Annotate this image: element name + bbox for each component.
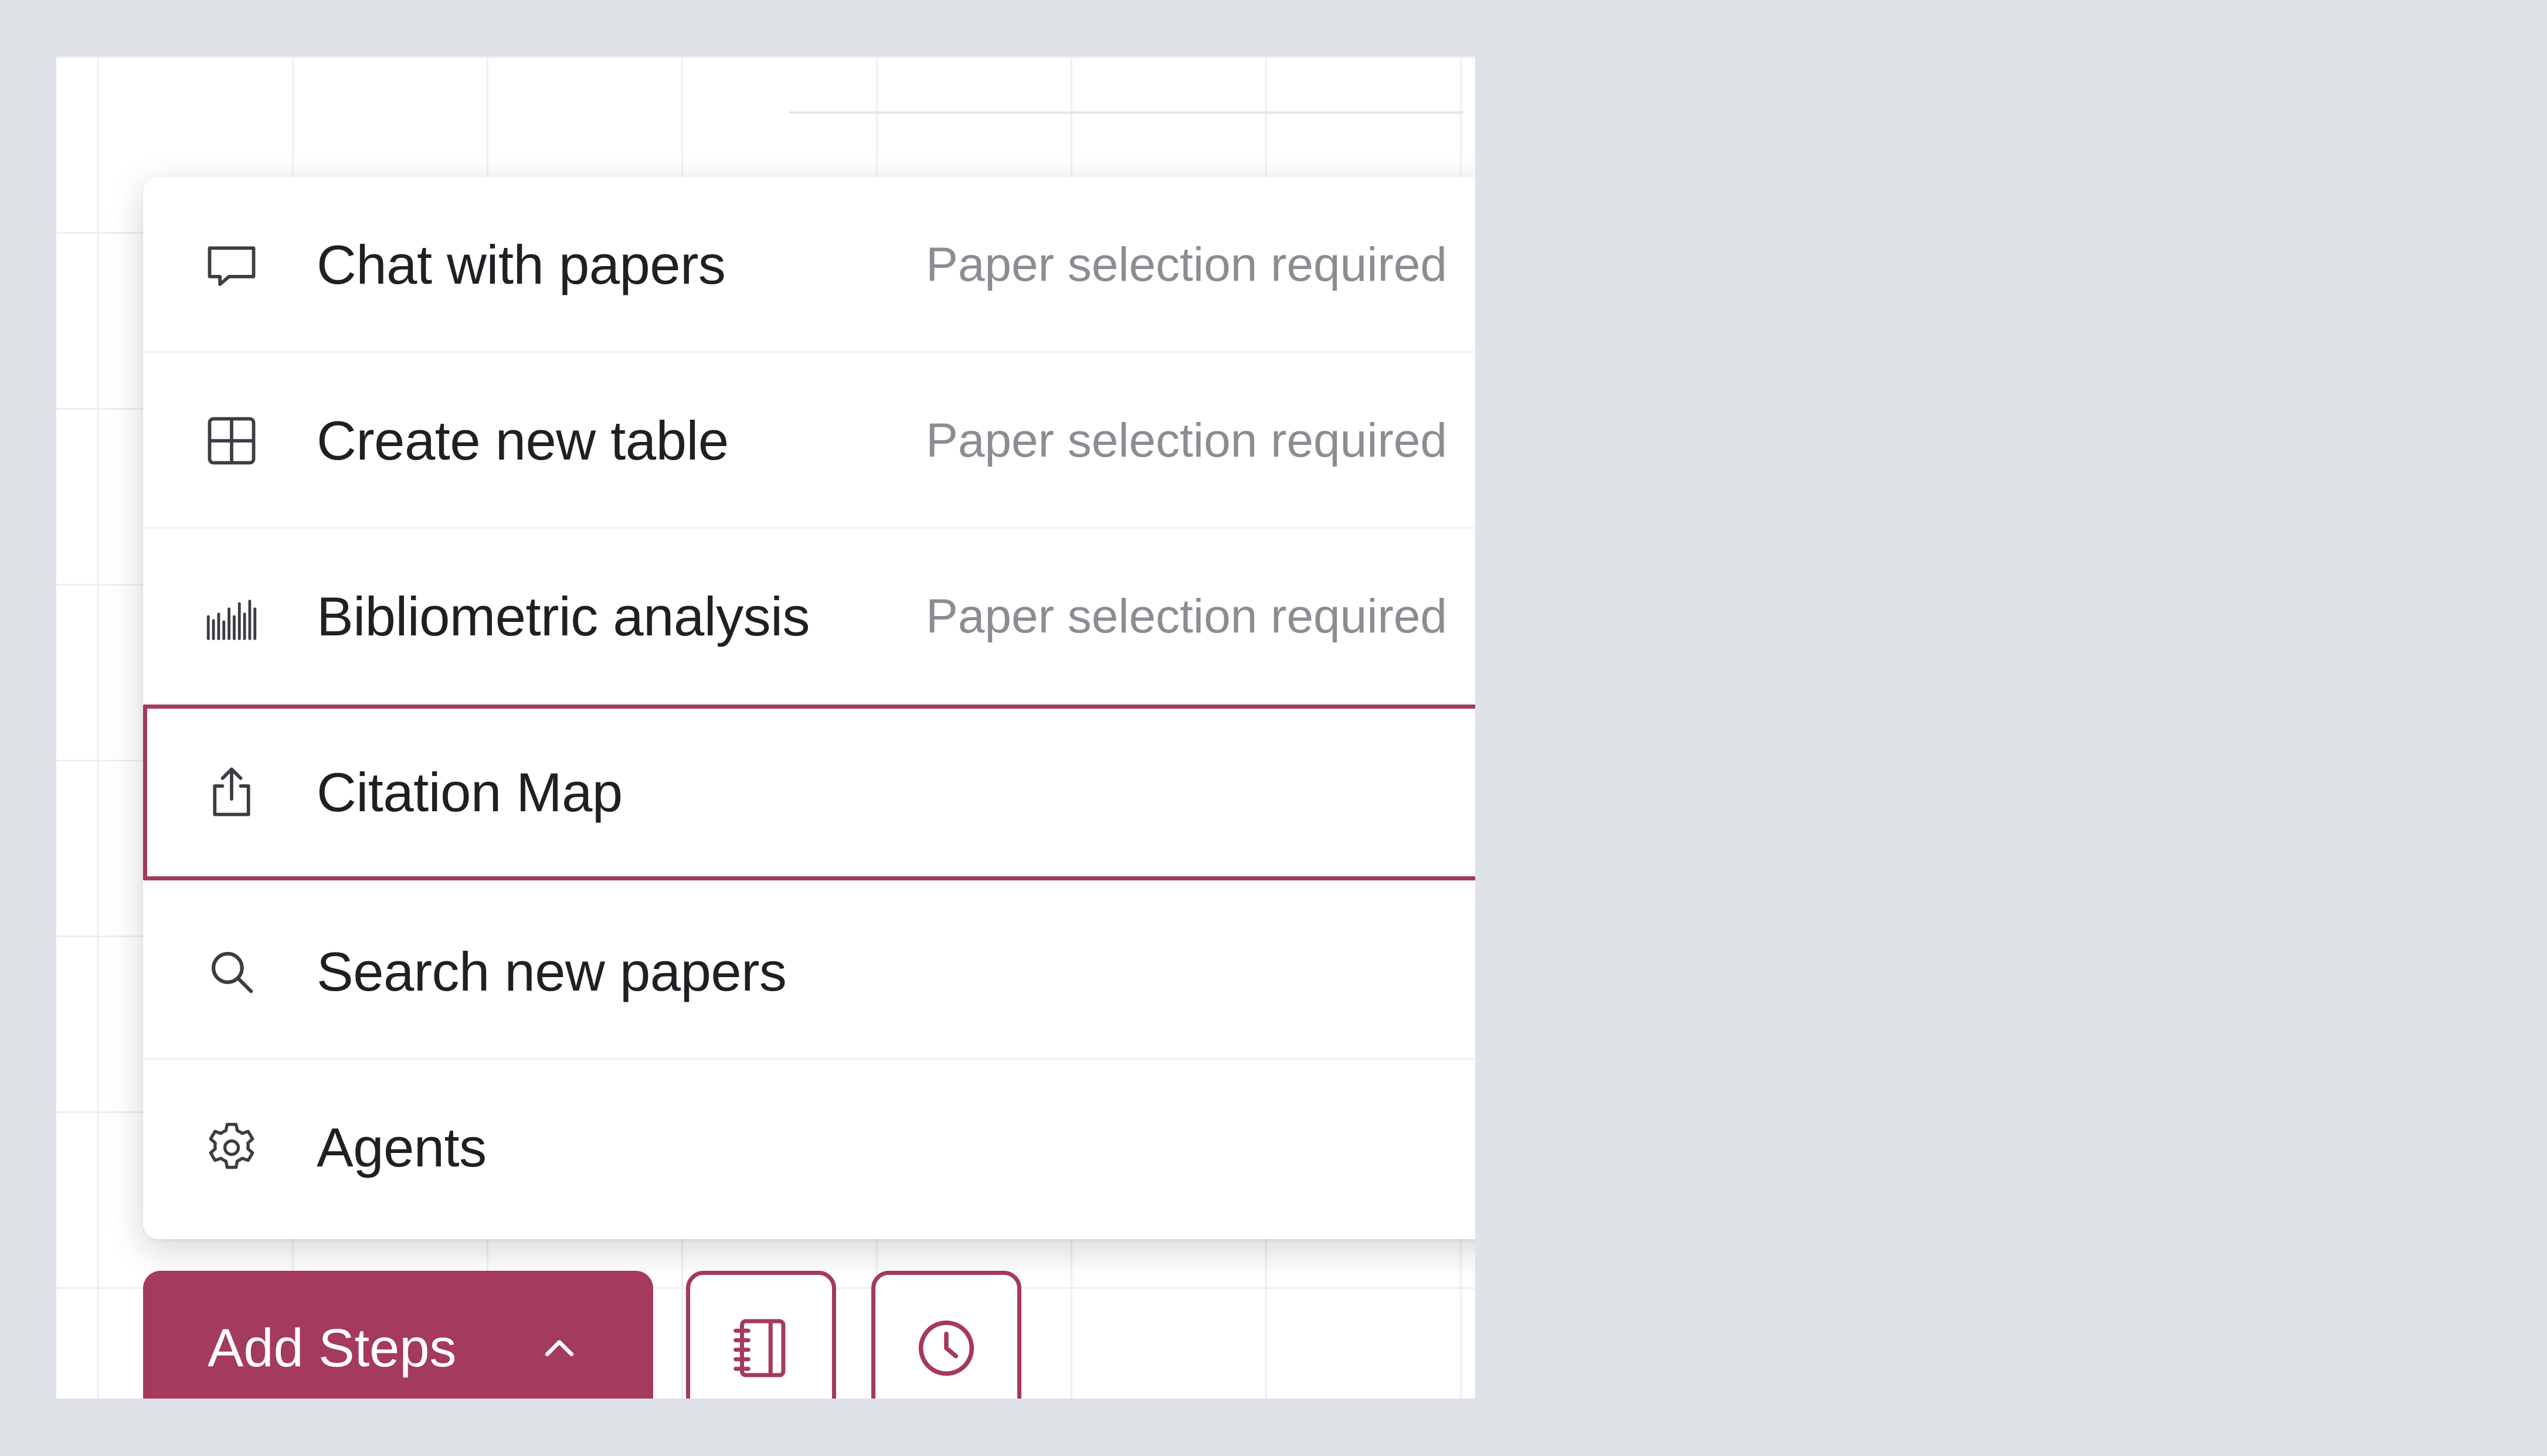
add-steps-label: Add Steps: [208, 1318, 457, 1378]
share-upload-icon: [201, 761, 263, 824]
menu-item-hint: Paper selection required: [926, 238, 1447, 291]
menu-item-chat-with-papers[interactable]: Chat with papers Paper selection require…: [143, 177, 1475, 353]
menu-item-label: Search new papers: [317, 941, 787, 1002]
menu-item-search-new-papers[interactable]: Search new papers: [143, 884, 1475, 1060]
menu-item-label: Chat with papers: [317, 234, 726, 295]
menu-item-label: Citation Map: [317, 761, 623, 823]
chevron-up-icon: [530, 1319, 589, 1377]
add-steps-menu: Chat with papers Paper selection require…: [143, 177, 1475, 1239]
add-steps-button[interactable]: Add Steps: [143, 1271, 653, 1399]
gear-icon: [201, 1117, 263, 1179]
menu-item-create-new-table[interactable]: Create new table Paper selection require…: [143, 353, 1475, 529]
notebook-icon: [723, 1310, 799, 1386]
menu-item-hint: Paper selection required: [926, 590, 1447, 643]
clock-icon: [908, 1310, 984, 1386]
menu-item-label: Agents: [317, 1117, 487, 1178]
table-grid-icon: [201, 410, 263, 472]
menu-item-bibliometric-analysis[interactable]: Bibliometric analysis Paper selection re…: [143, 529, 1475, 705]
menu-item-hint: Paper selection required: [926, 414, 1447, 467]
notebook-button[interactable]: [686, 1271, 836, 1399]
history-button[interactable]: [871, 1271, 1021, 1399]
background-divider: [789, 111, 1463, 114]
menu-item-citation-map[interactable]: Citation Map: [143, 705, 1475, 880]
bar-chart-icon: [201, 586, 263, 648]
menu-item-label: Bibliometric analysis: [317, 586, 810, 647]
app-panel: Chat with papers Paper selection require…: [56, 56, 1475, 1399]
menu-item-agents[interactable]: Agents: [143, 1060, 1475, 1236]
menu-item-label: Create new table: [317, 410, 729, 471]
chat-bubble-icon: [201, 234, 263, 296]
search-icon: [201, 941, 263, 1003]
